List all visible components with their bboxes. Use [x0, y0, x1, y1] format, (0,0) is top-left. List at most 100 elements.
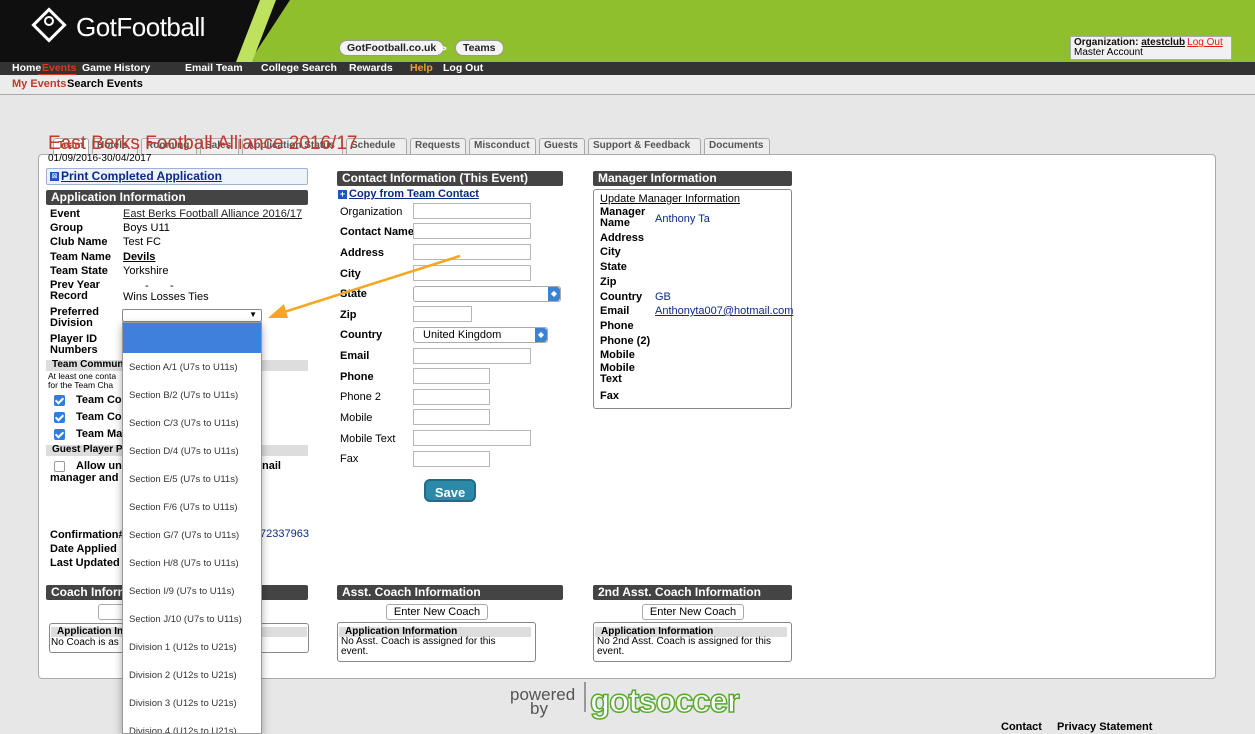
tab-requests[interactable]: Requests	[410, 138, 466, 154]
update-manager-link[interactable]: Update Manager Information	[600, 193, 740, 205]
preferred-division-select[interactable]: ▼	[122, 309, 262, 322]
nav-home[interactable]: Home	[12, 62, 41, 74]
manager-mobile-label: Mobile	[600, 349, 635, 361]
dropdown-option[interactable]: Section F/6 (U7s to U11s)	[129, 502, 238, 513]
contact-name-label: Contact Name	[340, 226, 414, 238]
site-logo[interactable]: GotFootball	[76, 12, 205, 43]
division-dropdown-list[interactable]: Section A/1 (U7s to U11s) Section B/2 (U…	[122, 322, 262, 734]
copy-team-contact-link[interactable]: Copy from Team Contact	[349, 188, 479, 200]
mobile-text-input[interactable]	[413, 430, 531, 446]
dropdown-option[interactable]: Section I/9 (U7s to U11s)	[129, 586, 234, 597]
manager-state-label: State	[600, 261, 627, 273]
manager-phone-label: Phone	[600, 320, 634, 332]
communication-note: At least one conta for the Team Cha	[48, 371, 117, 390]
breadcrumb-site[interactable]: GotFootball.co.uk	[339, 40, 445, 56]
nav-rewards[interactable]: Rewards	[349, 62, 393, 74]
nav-email-team[interactable]: Email Team	[185, 62, 243, 74]
phone-label: Phone	[340, 371, 374, 383]
club-value: Test FC	[123, 236, 161, 248]
manager-fax-label: Fax	[600, 390, 619, 402]
asst-coach-note: No Asst. Coach is assigned for this event…	[341, 636, 496, 657]
event-link[interactable]: East Berks Football Alliance 2016/17	[123, 208, 302, 220]
team-manager-checkbox[interactable]	[54, 429, 65, 440]
country-label: Country	[340, 329, 383, 341]
group-value: Boys U11	[123, 222, 170, 234]
country-select[interactable]: United Kingdom ◆	[413, 327, 548, 343]
dropdown-option[interactable]: Division 4 (U12s to U21s)	[129, 726, 237, 733]
subnav-search-events[interactable]: Search Events	[67, 78, 143, 90]
contact-name-input[interactable]	[413, 223, 531, 239]
manager-zip-label: Zip	[600, 276, 617, 288]
dropdown-option[interactable]: Section J/10 (U7s to U11s)	[129, 614, 242, 625]
breadcrumb-teams[interactable]: Teams	[455, 40, 504, 56]
dropdown-option[interactable]: Section G/7 (U7s to U11s)	[129, 530, 239, 541]
asst2-coach-note: No 2nd Asst. Coach is assigned for this e…	[597, 636, 771, 657]
select-arrow-icon: ◆	[548, 287, 560, 301]
dropdown-option[interactable]: Division 1 (U12s to U21s)	[129, 642, 237, 653]
dropdown-option[interactable]: Section A/1 (U7s to U11s)	[129, 362, 238, 373]
dropdown-option[interactable]: Division 3 (U12s to U21s)	[129, 698, 237, 709]
dropdown-option-selected-blank[interactable]	[123, 323, 261, 353]
confirmation-value: 72337963	[260, 528, 309, 540]
preferred-division-label: Preferred Division	[50, 306, 99, 329]
club-label: Club Name	[50, 236, 108, 248]
tab-misconduct[interactable]: Misconduct	[469, 138, 536, 154]
footer-contact-link[interactable]: Contact	[1001, 721, 1042, 733]
enter-asst-coach-button[interactable]: Enter New Coach	[386, 604, 488, 620]
dropdown-option[interactable]: Section C/3 (U7s to U11s)	[129, 418, 239, 429]
prev-year-label: Prev Year Record	[50, 279, 100, 302]
team-contact-checkbox[interactable]	[54, 395, 65, 406]
fax-input[interactable]	[413, 451, 490, 467]
organization-input[interactable]	[413, 203, 531, 219]
manager-country-label: Country	[600, 291, 643, 303]
print-application-link[interactable]: Print Completed Application	[61, 169, 222, 183]
enter-asst2-coach-button[interactable]: Enter New Coach	[642, 604, 744, 620]
logout-link[interactable]: Log Out	[1187, 37, 1223, 48]
save-button[interactable]: Save	[424, 479, 476, 502]
dropdown-option[interactable]: Section B/2 (U7s to U11s)	[129, 390, 238, 401]
email-input[interactable]	[413, 348, 531, 364]
footer-privacy-link[interactable]: Privacy Statement	[1057, 721, 1152, 733]
dropdown-option[interactable]: Section E/5 (U7s to U11s)	[129, 474, 238, 485]
mobile-input[interactable]	[413, 409, 490, 425]
gotsoccer-logo[interactable]: gotsoccer	[589, 681, 740, 720]
plus-icon: +	[338, 189, 347, 199]
select-arrow-icon: ◆	[535, 328, 547, 342]
phone2-input[interactable]	[413, 389, 490, 405]
country-select-value: United Kingdom	[423, 329, 502, 341]
prev-year-value: Wins Losses Ties	[123, 291, 209, 303]
manager-email-label: Email	[600, 305, 630, 317]
nav-events[interactable]: Events	[42, 62, 76, 74]
event-label: Event	[50, 208, 80, 220]
subnav-my-events[interactable]: My Events	[12, 78, 66, 90]
player-id-label: Player ID Numbers	[50, 333, 98, 356]
manager-info-heading: Manager Information	[593, 171, 792, 186]
team-contact-label: Team Con	[76, 394, 129, 406]
dropdown-option[interactable]: Section D/4 (U7s to U11s)	[129, 446, 239, 457]
nav-help[interactable]: Help	[410, 62, 433, 74]
nav-game-history[interactable]: Game History	[82, 62, 150, 74]
nav-logout[interactable]: Log Out	[443, 62, 483, 74]
team-coach-checkbox[interactable]	[54, 412, 65, 423]
dropdown-option[interactable]: Division 2 (U12s to U21s)	[129, 670, 237, 681]
allow-label-2: manager and c	[50, 472, 128, 484]
breadcrumb-separator: >>	[436, 43, 447, 55]
powered-by-text: powered by	[510, 685, 576, 718]
team-state-label: Team State	[50, 265, 108, 277]
tab-documents[interactable]: Documents	[704, 138, 770, 154]
allow-label-suffix: nail	[262, 460, 281, 472]
nav-college-search[interactable]: College Search	[261, 62, 337, 74]
organization-label: Organization	[340, 206, 403, 218]
asst2-coach-heading: 2nd Asst. Coach Information	[593, 585, 792, 600]
manager-email-link[interactable]: Anthonyta007@hotmail.com	[655, 305, 793, 317]
allow-unattached-checkbox[interactable]	[54, 461, 65, 472]
fax-label: Fax	[340, 453, 359, 465]
phone-input[interactable]	[413, 368, 490, 384]
tab-support-feedback[interactable]: Support & Feedback	[588, 138, 701, 154]
tab-guests[interactable]: Guests	[539, 138, 585, 154]
football-logo-icon	[31, 7, 67, 43]
org-name-link[interactable]: atestclub	[1141, 37, 1185, 48]
dropdown-option[interactable]: Section H/8 (U7s to U11s)	[129, 558, 239, 569]
team-name-link[interactable]: Devils	[123, 251, 155, 263]
chevron-down-icon: ▼	[249, 310, 257, 319]
